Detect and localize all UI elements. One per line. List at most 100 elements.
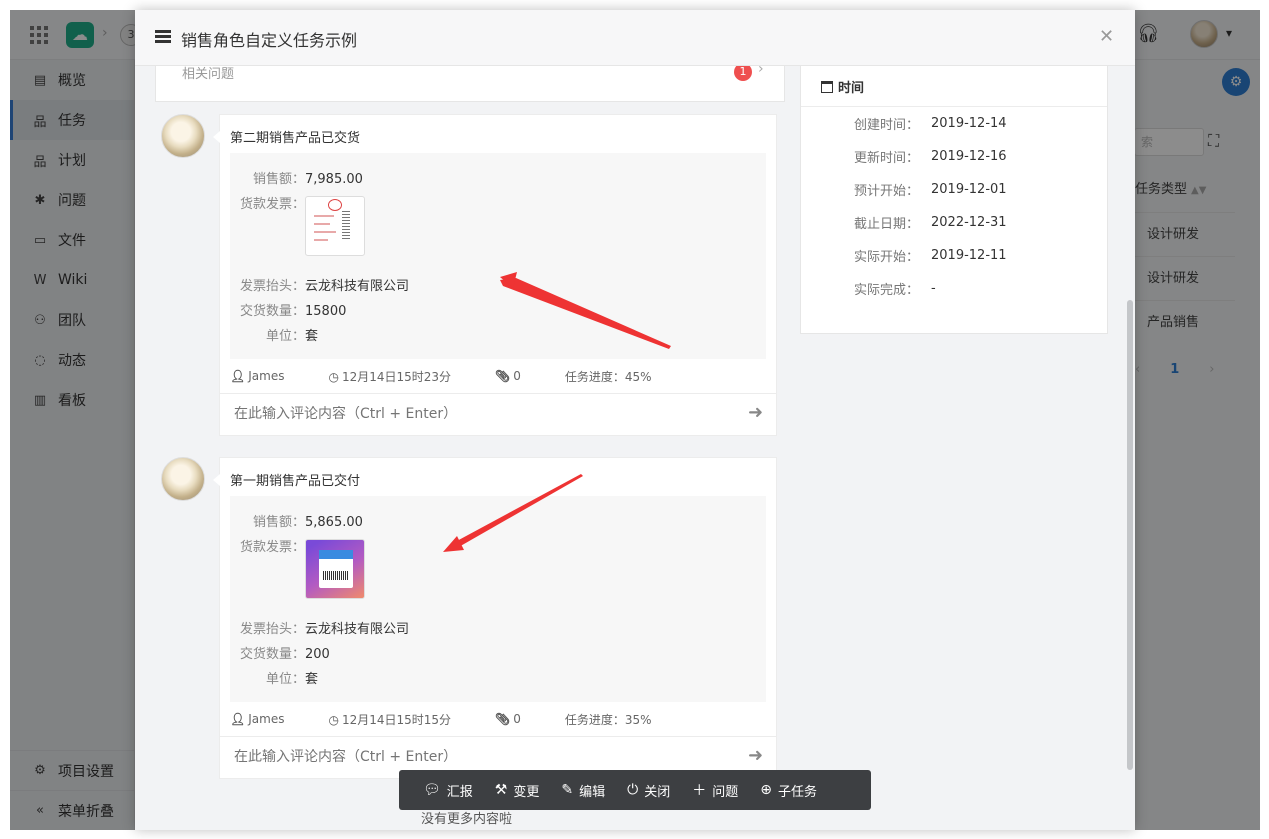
author: 👤︎ James: [230, 369, 306, 383]
change-label: 变更: [513, 784, 540, 800]
field-sales: 销售额： 5,865.00: [230, 510, 766, 535]
time-card: 时间 创建时间： 2019-12-14 更新时间： 2019-12-16 预计开始：…: [800, 66, 1108, 334]
user-icon: 👤︎: [230, 712, 246, 726]
subtask-label: 子任务: [777, 784, 817, 800]
clock-icon: ◷: [328, 712, 339, 727]
close-task-button[interactable]: ⏻ 关闭: [627, 781, 670, 800]
entry-title: 第一期销售产品已交付: [230, 474, 361, 489]
attachments[interactable]: 📎︎ 0: [495, 369, 543, 383]
author-name: James: [248, 369, 285, 383]
edit-button[interactable]: ✎ 编辑: [561, 781, 605, 800]
change-button[interactable]: ⚒ 变更: [495, 781, 540, 800]
related-issues-label: 相关问题: [182, 67, 235, 82]
task-list-icon: [155, 30, 171, 44]
entry-fields: 销售额： 7,985.00 货款发票： 发票抬头： 云龙科技有限公司 交货数量： 15…: [230, 153, 766, 359]
field-key: 货款发票：: [239, 197, 305, 212]
field-key: 销售额：: [252, 515, 305, 530]
time-key: 实际完成：: [853, 283, 919, 298]
time-key: 创建时间：: [853, 118, 919, 133]
invoice-thumbnail[interactable]: [305, 196, 365, 256]
field-sales: 销售额： 7,985.00: [230, 167, 766, 192]
time-value: 2019-12-16: [931, 149, 1007, 164]
avatar[interactable]: [161, 114, 205, 158]
modal-title: 销售角色自定义任务示例: [181, 31, 358, 50]
field-invoice-header: 发票抬头： 云龙科技有限公司: [230, 617, 766, 642]
modal-header: 销售角色自定义任务示例 ✕: [135, 10, 1135, 66]
comment-input[interactable]: [234, 749, 714, 765]
power-icon: ⏻: [627, 782, 639, 798]
time-key: 预计开始：: [853, 184, 919, 199]
field-unit: 单位：套: [230, 324, 766, 349]
attachment-count: 0: [513, 369, 521, 383]
attachments[interactable]: 📎︎ 0: [495, 712, 543, 726]
time-heading-label: 时间: [838, 81, 865, 96]
field-quantity: 交货数量： 200: [230, 642, 766, 667]
time-row-actual-start: 实际开始： 2019-12-11: [801, 239, 1107, 272]
time-value: 2019-12-01: [931, 182, 1007, 197]
chevron-right-icon: ›: [758, 66, 764, 77]
scrollbar[interactable]: [1127, 300, 1133, 770]
field-key: 单位：: [265, 672, 305, 687]
task-detail-modal: 销售角色自定义任务示例 ✕ 相关问题 1 › 时间 创建时间： 2019-12-1…: [135, 10, 1135, 830]
timestamp-text: 12月14日15时23分: [341, 369, 452, 384]
activity-card: 第二期销售产品已交货 销售额： 7,985.00 货款发票： 发票抬头： 云龙科…: [213, 114, 777, 436]
arrow-right-icon[interactable]: ➜: [748, 745, 763, 766]
author-name: James: [248, 712, 285, 726]
paperclip-icon: 📎︎: [495, 369, 511, 383]
field-value: 5,865.00: [305, 515, 363, 530]
author: 👤︎ James: [230, 712, 306, 726]
add-issue-button[interactable]: ＋ 问题: [692, 780, 738, 800]
modal-scroll-area[interactable]: 相关问题 1 › 时间 创建时间： 2019-12-14 更新时间： 2019-12…: [135, 66, 1125, 830]
entry-title: 第二期销售产品已交货: [230, 131, 361, 146]
invoice-thumbnail[interactable]: [305, 539, 365, 599]
related-issues-row[interactable]: 相关问题 1 ›: [155, 66, 785, 102]
calendar-icon: [821, 81, 833, 93]
related-issues-count-badge: 1: [734, 66, 752, 81]
arrow-right-icon[interactable]: ➜: [748, 402, 763, 423]
progress-text: 任务进度：45%: [564, 369, 652, 384]
timestamp: ◷ 12月14日15时23分: [328, 368, 473, 385]
time-value: -: [931, 281, 936, 296]
no-more-content-text: 没有更多内容啦: [421, 812, 513, 827]
time-key: 实际开始：: [853, 250, 919, 265]
edit-label: 编辑: [579, 784, 606, 800]
issue-label: 问题: [712, 784, 739, 800]
time-value: 2019-12-11: [931, 248, 1007, 263]
time-row-actual-finish: 实际完成： -: [801, 272, 1107, 305]
timestamp: ◷ 12月14日15时15分: [328, 711, 473, 728]
field-value: 7,985.00: [305, 172, 363, 187]
field-key: 单位：: [265, 329, 305, 344]
comment-icon: 💬︎: [423, 782, 441, 798]
activity-card: 第一期销售产品已交付 销售额： 5,865.00 货款发票： 发票抬头： 云龙科技有…: [213, 457, 777, 779]
report-label: 汇报: [446, 784, 473, 800]
plus-circle-icon: ⊕: [760, 782, 772, 798]
time-row-planned-start: 预计开始： 2019-12-01: [801, 173, 1107, 206]
field-value: 套: [305, 329, 319, 344]
field-unit: 单位：套: [230, 667, 766, 692]
comment-input[interactable]: [234, 406, 714, 422]
field-quantity: 交货数量： 15800: [230, 299, 766, 324]
progress-text: 任务进度：35%: [564, 712, 652, 727]
user-icon: 👤︎: [230, 369, 246, 383]
field-invoice: 货款发票：: [230, 535, 766, 617]
field-value: 200: [305, 647, 330, 662]
timestamp-text: 12月14日15时15分: [341, 712, 452, 727]
avatar[interactable]: [161, 457, 205, 501]
comment-box: ➜: [220, 394, 776, 435]
field-key: 销售额：: [252, 172, 305, 187]
entry-meta: 👤︎ James ◷ 12月14日15时15分 📎︎ 0 任务进度：35%: [220, 702, 776, 737]
close-label: 关闭: [644, 784, 671, 800]
field-key: 发票抬头：: [239, 622, 305, 637]
entry-meta: 👤︎ James ◷ 12月14日15时23分 📎︎ 0 任务进度：45%: [220, 359, 776, 394]
close-icon[interactable]: ✕: [1099, 26, 1114, 47]
pencil-icon: ✎: [561, 782, 574, 798]
add-subtask-button[interactable]: ⊕ 子任务: [760, 781, 817, 800]
field-value: 15800: [305, 304, 347, 319]
report-button[interactable]: 💬︎ 汇报: [423, 781, 473, 800]
plus-icon: ＋: [692, 783, 707, 799]
field-value: 套: [305, 672, 319, 687]
field-key: 交货数量：: [239, 304, 305, 319]
time-value: 2019-12-14: [931, 116, 1007, 131]
gavel-icon: ⚒: [494, 782, 508, 798]
field-invoice: 货款发票：: [230, 192, 766, 274]
